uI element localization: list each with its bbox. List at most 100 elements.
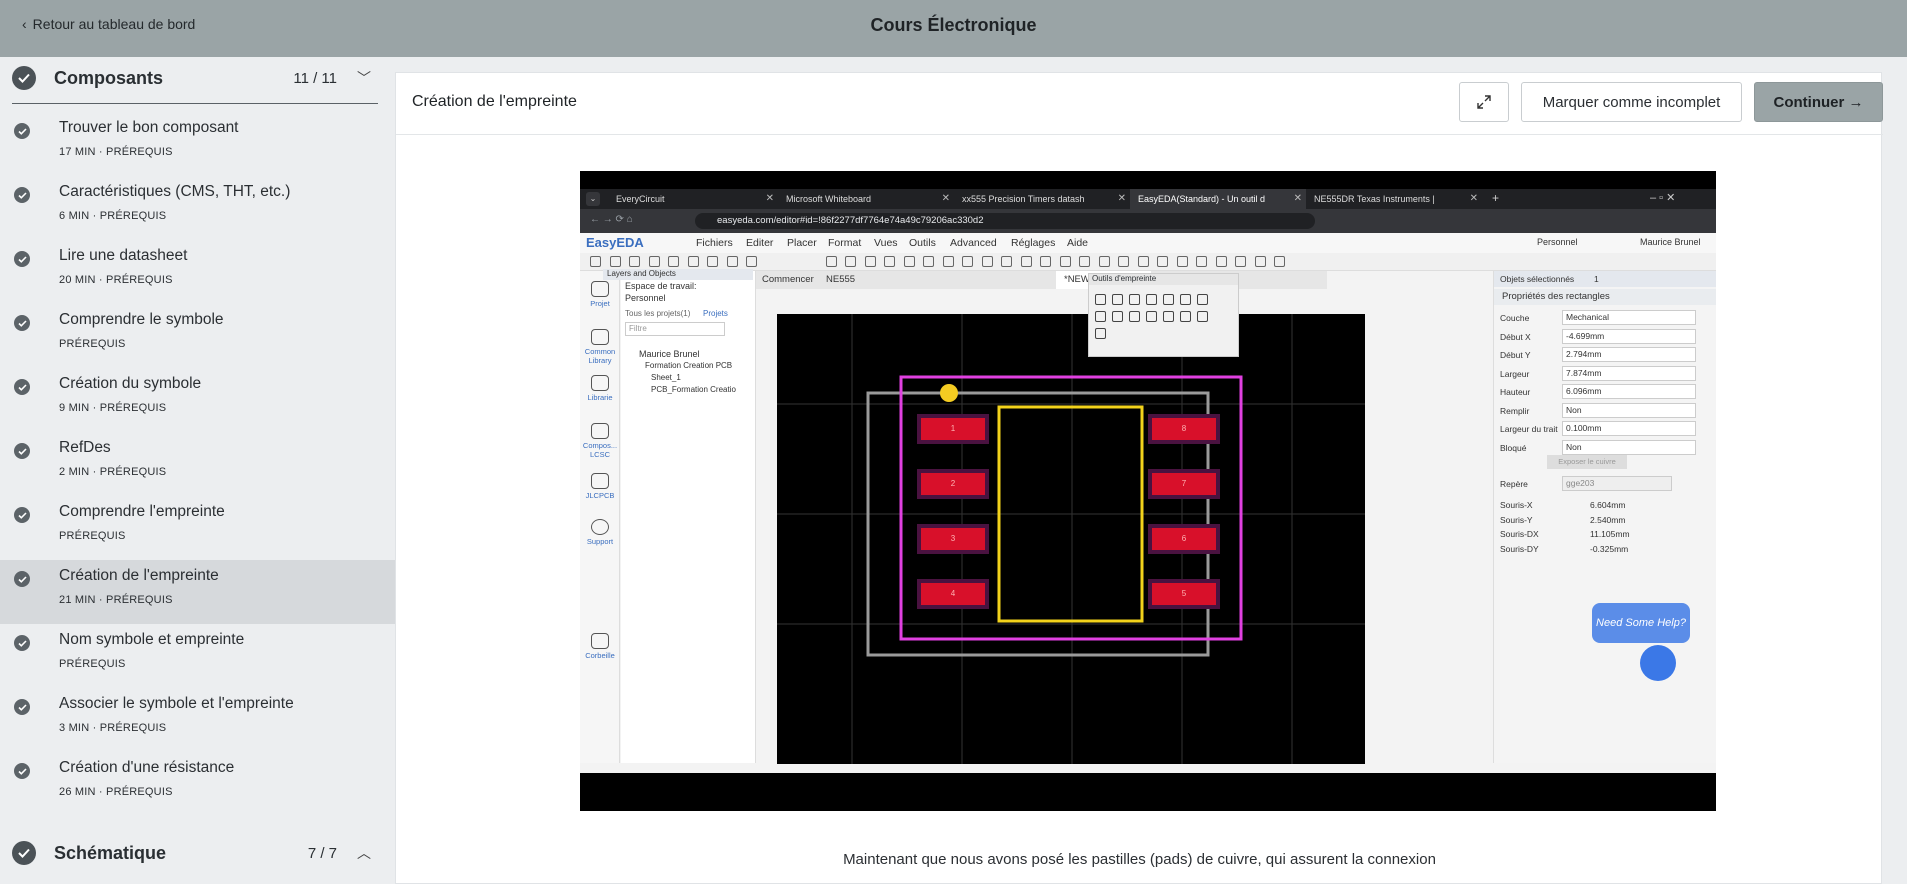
prop-value[interactable]: 6.096mm [1562, 384, 1696, 399]
toolbar-tool-icon[interactable] [726, 256, 738, 267]
prop-value[interactable]: Non [1562, 402, 1696, 418]
toolbar-tool-icon[interactable] [903, 256, 915, 267]
footprint-tool-icon[interactable] [1197, 294, 1208, 305]
toolbar-tool-icon[interactable] [1157, 256, 1168, 267]
browser-tab[interactable]: xx555 Precision Timers datash ✕ [954, 189, 1130, 209]
pad[interactable]: 6 [1148, 524, 1220, 554]
section-schematique-header[interactable]: Schématique 7 / 7 ︿ [0, 833, 395, 873]
toolbar-tool-icon[interactable] [1254, 256, 1266, 267]
menu-item[interactable]: Vues [874, 237, 898, 249]
tree-user[interactable]: Maurice Brunel [639, 349, 700, 359]
user-menu[interactable]: Maurice Brunel [1640, 237, 1701, 247]
lesson-item[interactable]: Comprendre le symbole PRÉREQUIS [0, 304, 395, 368]
footprint-tool-icon[interactable] [1180, 311, 1191, 322]
toolbar-tool-icon[interactable] [590, 256, 601, 267]
nav-common-library[interactable]: Common Library [580, 329, 620, 365]
toolbar-tool-icon[interactable] [648, 256, 660, 267]
lesson-item[interactable]: Création d'une résistance 26 MIN · PRÉREQ… [0, 752, 395, 816]
lesson-video[interactable]: ⌄ EveryCircuit ✕ Microsoft Whiteboard ✕ xx… [580, 171, 1716, 811]
menu-item[interactable]: Format [828, 237, 861, 249]
close-icon[interactable]: ✕ [1118, 193, 1126, 204]
tree-pcb[interactable]: PCB_Formation Creatio [651, 385, 736, 394]
prop-value[interactable]: 7.874mm [1562, 365, 1696, 381]
lesson-item[interactable]: Trouver le bon composant 17 MIN · PRÉREQU… [0, 112, 395, 176]
toolbar-tool-icon[interactable] [864, 256, 876, 267]
footprint-tool-icon[interactable] [1146, 311, 1157, 322]
pad[interactable]: 2 [917, 469, 989, 499]
nav-project[interactable]: Projet [580, 281, 620, 308]
props-section-title[interactable]: Propriétés des rectangles [1494, 289, 1716, 305]
fullscreen-button[interactable] [1459, 82, 1509, 122]
browser-tab[interactable]: EveryCircuit ✕ [608, 189, 778, 209]
section-composants-header[interactable]: Composants 11 / 11 ﹀ [0, 58, 395, 98]
nav-jlcpcb[interactable]: JLCPCB [580, 473, 620, 500]
footprint-tool-icon[interactable] [1180, 294, 1191, 305]
footprint-tool-icon[interactable] [1095, 328, 1106, 339]
toolbar-tool-icon[interactable] [1118, 256, 1129, 267]
prop-value[interactable]: -4.699mm [1562, 328, 1696, 344]
pcb-canvas[interactable]: 1 2 3 4 8 7 6 5 [777, 314, 1365, 764]
lesson-item[interactable]: Nom symbole et empreinte PRÉREQUIS [0, 624, 395, 688]
nav-trash[interactable]: Corbeille [580, 633, 620, 660]
layers-objects-header[interactable]: Layers and Objects [603, 269, 753, 280]
close-icon[interactable]: ✕ [1470, 193, 1478, 204]
toolbar-tool-icon[interactable] [746, 256, 757, 267]
pad[interactable]: 3 [917, 524, 989, 554]
footprint-tool-icon[interactable] [1163, 311, 1174, 322]
lesson-item[interactable]: Création du symbole 9 MIN · PRÉREQUIS [0, 368, 395, 432]
browser-tab-active[interactable]: EasyEDA(Standard) - Un outil d ✕ [1130, 189, 1306, 209]
lesson-item[interactable]: Caractéristiques (CMS, THT, etc.) 6 MIN ·… [0, 176, 395, 240]
toolbar-tool-icon[interactable] [942, 256, 954, 267]
prop-value[interactable]: Mechanical [1562, 310, 1696, 325]
filter-input[interactable]: Filtre [625, 322, 725, 336]
footprint-tool-icon[interactable] [1129, 311, 1140, 322]
lesson-item[interactable]: Création de l'empreinte 21 MIN · PRÉREQUI… [0, 560, 395, 624]
footprint-tool-icon[interactable] [1095, 294, 1106, 305]
toolbar-tool-icon[interactable] [707, 256, 718, 267]
footprint-tool-icon[interactable] [1146, 294, 1157, 305]
footprint-tool-icon[interactable] [1095, 311, 1106, 322]
nav-lcsc[interactable]: Compos... LCSC [580, 423, 620, 459]
nav-support[interactable]: Support [580, 519, 620, 546]
lesson-item[interactable]: Lire une datasheet 20 MIN · PRÉREQUIS [0, 240, 395, 304]
window-controls-icon[interactable]: – ▫ ✕ [1650, 191, 1675, 204]
menu-item[interactable]: Advanced [950, 237, 997, 249]
close-icon[interactable]: ✕ [766, 193, 774, 204]
doc-tab[interactable]: Commencer [762, 274, 814, 285]
continue-button[interactable]: Continuer → [1754, 82, 1883, 122]
pad[interactable]: 7 [1148, 469, 1220, 499]
prop-value[interactable]: 2.794mm [1562, 347, 1696, 362]
menu-item[interactable]: Réglages [1011, 237, 1055, 249]
toolbar-tool-icon[interactable] [1079, 256, 1090, 267]
toolbar-tool-icon[interactable] [923, 256, 934, 267]
nav-arrows-icon[interactable]: ← → ⟳ ⌂ [590, 214, 633, 225]
help-bubble[interactable]: Need Some Help? [1592, 603, 1690, 643]
personnel-menu[interactable]: Personnel [1537, 237, 1578, 247]
toolbar-tool-icon[interactable] [825, 256, 837, 267]
toolbar-tool-icon[interactable] [1137, 256, 1149, 267]
tree-project[interactable]: Formation Creation PCB [645, 361, 732, 370]
lesson-item[interactable]: Associer le symbole et l'empreinte 3 MIN … [0, 688, 395, 752]
toolbar-tool-icon[interactable] [962, 256, 973, 267]
toolbar-tool-icon[interactable] [1235, 256, 1246, 267]
chevron-up-icon[interactable]: ︿ [357, 843, 371, 863]
browser-tab[interactable]: Microsoft Whiteboard ✕ [778, 189, 954, 209]
toolbar-tool-icon[interactable] [981, 256, 993, 267]
projects-link[interactable]: Projets [703, 309, 728, 318]
menu-item[interactable]: Editer [746, 237, 773, 249]
expose-copper-button[interactable]: Exposer le cuivre [1547, 455, 1627, 469]
toolbar-tool-icon[interactable] [1274, 256, 1285, 267]
toolbar-tool-icon[interactable] [884, 256, 895, 267]
lesson-item[interactable]: RefDes 2 MIN · PRÉREQUIS [0, 432, 395, 496]
toolbar-tool-icon[interactable] [609, 256, 621, 267]
toolbar-tool-icon[interactable] [1001, 256, 1012, 267]
tab-search-icon[interactable]: ⌄ [586, 192, 600, 206]
footprint-tool-icon[interactable] [1197, 311, 1208, 322]
toolbar-tool-icon[interactable] [1196, 256, 1207, 267]
pad[interactable]: 4 [917, 579, 989, 609]
toolbar-tool-icon[interactable] [845, 256, 856, 267]
pad[interactable]: 8 [1148, 414, 1220, 444]
toolbar-tool-icon[interactable] [1040, 256, 1051, 267]
footprint-tool-icon[interactable] [1163, 294, 1174, 305]
url-field[interactable]: easyeda.com/editor#id=!86f2277df7764e74a… [695, 213, 1315, 229]
